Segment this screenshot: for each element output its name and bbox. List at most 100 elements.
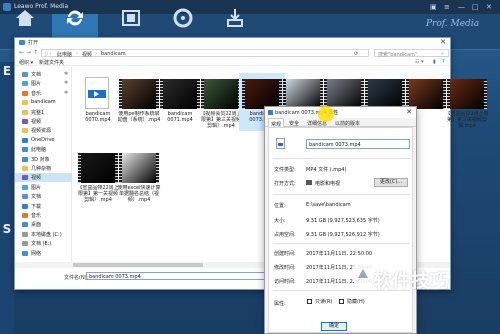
opens-with-value: 电影和电视 <box>315 181 341 187</box>
organize-menu[interactable]: 组织 ▾ <box>19 59 33 66</box>
sidebar-item-label: 文档 (E:) <box>31 241 52 248</box>
breadcrumb-bandicam[interactable]: bandicam <box>101 51 126 57</box>
search-icon: ⌕ <box>441 51 444 57</box>
sidebar-item-label: 完整1 <box>31 109 45 116</box>
file-item[interactable]: bandicam 0071.mp4 <box>157 73 203 131</box>
breadcrumb-videos[interactable]: 视频 <box>82 51 92 58</box>
sidebar-item[interactable]: 几种杂物 <box>15 164 72 173</box>
refresh-icon[interactable]: ⟳ <box>354 51 358 57</box>
video-thumbnail <box>324 79 364 109</box>
site-watermark: 软件技巧 <box>373 270 450 292</box>
sidebar-item[interactable]: 音乐 ✱ <box>15 89 72 98</box>
forward-arrow-icon[interactable]: → <box>26 49 31 56</box>
properties-file-icon <box>268 110 273 115</box>
tab-general[interactable]: 常规 <box>268 118 285 128</box>
view-options-icon[interactable]: ☷ ▾ <box>415 59 424 65</box>
dialog-close-button[interactable]: ✕ <box>440 38 446 46</box>
back-arrow-icon[interactable]: ← <box>19 49 24 56</box>
size-value: 9.31 GB (9,927,523,635 字节) <box>306 218 380 224</box>
sidebar-item[interactable]: 下载 <box>15 202 72 211</box>
video-thumbnail <box>242 79 282 109</box>
folder-icon <box>22 203 28 209</box>
sidebar-item[interactable]: 桌面 <box>15 220 72 229</box>
sidebar-item[interactable]: OneDrive <box>15 136 72 145</box>
search-input[interactable]: 搜索"bandicam" ⌕ <box>374 49 449 58</box>
sidebar-item[interactable]: 视频资源 <box>15 126 72 135</box>
maximize-button[interactable]: □ <box>472 3 479 11</box>
search-placeholder: 搜索"bandicam" <box>378 52 418 58</box>
filename-label: 文件名(N): <box>64 275 89 281</box>
created-label: 创建时间: <box>274 251 296 257</box>
file-name: bandicam 0070.mp4 <box>85 111 111 123</box>
app-brand-watermark: Prof. Media <box>426 19 480 29</box>
file-item[interactable]: 【宣益品]22周上限第】第三关视频剪辑.mp4 <box>444 73 490 131</box>
file-type-value: MP4 文件 (.mp4) <box>306 167 347 173</box>
preview-pane-icon[interactable]: ▮ <box>433 59 436 65</box>
sidebar-item[interactable]: 3D 对象 <box>15 155 72 164</box>
video-thumbnail <box>119 153 159 183</box>
sidebar-item[interactable]: 图片 <box>15 183 72 192</box>
home-icon[interactable] <box>12 5 38 31</box>
file-name: 【宣益品物22周上限第】第一关视频剪辑）.mp4 <box>77 185 119 203</box>
sidebar-item[interactable]: bandicam <box>15 98 72 107</box>
size-on-disk-value: 9.31 GB (9,927,526,912 字节) <box>306 232 380 238</box>
readonly-checkbox[interactable] <box>307 299 312 304</box>
sidebar-item[interactable]: 视频 <box>15 173 72 183</box>
pin-icon: ✱ <box>64 80 69 87</box>
video-thumbnail <box>201 79 241 109</box>
sidebar-item[interactable]: 完整1 <box>15 108 72 117</box>
scrollbar-thumb[interactable] <box>73 263 203 267</box>
movies-tv-icon <box>306 180 312 185</box>
video-thumbnail <box>447 79 487 109</box>
file-name-field[interactable]: bandicam 0073.mp4 <box>306 139 410 149</box>
up-arrow-icon[interactable]: ↑ <box>33 49 38 56</box>
film-reel-icon[interactable] <box>118 5 144 31</box>
sidebar-item[interactable]: 此电脑 <box>15 145 72 154</box>
folder-icon <box>22 184 28 190</box>
sidebar-item-label: 图片 <box>31 184 42 191</box>
sidebar-item[interactable]: 图片 ✱ <box>15 79 72 88</box>
properties-dialog: bandicam 0073.mp4 属性 ✕ 常规 安全 详细信息 以前的版本 … <box>264 106 417 334</box>
sidebar-item-label: 图片 <box>31 81 42 88</box>
location-label: 位置: <box>274 203 286 209</box>
breadcrumb-this-pc[interactable]: 此电脑 <box>57 51 72 58</box>
new-folder-button[interactable]: 新建文件夹 <box>39 59 64 66</box>
skin-icon[interactable]: ▣ <box>430 3 437 11</box>
video-thumbnail <box>365 79 405 109</box>
menu-icon[interactable]: ≡ <box>444 3 450 11</box>
side-letter-bottom: S <box>2 222 12 236</box>
disc-icon[interactable] <box>170 5 196 31</box>
address-bar[interactable]: ▯ › 此电脑 › 视频 › bandicam ⟳ <box>41 49 369 58</box>
minimize-button[interactable]: — <box>458 3 465 11</box>
ok-button[interactable]: 确定 <box>321 322 347 331</box>
convert-icon[interactable] <box>62 5 88 31</box>
properties-close-button[interactable]: ✕ <box>406 108 412 116</box>
file-item[interactable]: 使用excel快速计算单据翻名总结（视频）.mp4 <box>116 147 162 205</box>
change-button[interactable]: 更改(C)... <box>374 178 408 187</box>
file-item[interactable]: bandicam 0070.mp4 <box>75 73 121 131</box>
sidebar-item[interactable]: 本地磁盘 (C:) <box>15 230 72 239</box>
sidebar-item[interactable]: 文档 ✱ <box>15 70 72 79</box>
left-side-strip: E S <box>0 62 14 334</box>
dialog-titlebar: 打开 ✕ <box>15 38 450 48</box>
size-on-disk-label: 占用空间: <box>274 232 296 238</box>
download-icon[interactable] <box>222 5 248 31</box>
sidebar-item[interactable]: 音乐 <box>15 211 72 220</box>
tab-previous-versions[interactable]: 以前的版本 <box>335 120 360 127</box>
file-item[interactable]: 【宣益品物22周上限第】第一关视频剪辑）.mp4 <box>75 147 121 205</box>
folder-icon <box>22 90 28 96</box>
tab-security[interactable]: 安全 <box>289 120 299 127</box>
sidebar-item[interactable]: 文档 <box>15 192 72 201</box>
sidebar-item[interactable]: 文档 (E:) <box>15 239 72 248</box>
folder-icon <box>22 72 28 77</box>
dialog-app-icon <box>19 40 25 45</box>
navigation-pane: 文档 ✱ 图片 ✱ 音乐 ✱ bandicam 完整1 视频 视频资源 OneDrive 此电脑 3D … <box>15 67 72 261</box>
hidden-checkbox[interactable] <box>339 299 344 304</box>
file-item[interactable]: 【视频会员22周上限第】第三关视频剪辑）.mp4 <box>198 73 244 131</box>
sidebar-item[interactable]: 视频 <box>15 117 72 126</box>
file-item[interactable]: 使用pe制作系统启动盘（系统）.mp4 <box>116 73 162 131</box>
filename-input[interactable]: bandicam 0073.mp4 <box>86 272 269 280</box>
close-button[interactable]: ✕ <box>486 3 492 11</box>
help-icon[interactable]: ? <box>442 59 445 65</box>
sidebar-item[interactable]: 网络 <box>15 249 72 258</box>
